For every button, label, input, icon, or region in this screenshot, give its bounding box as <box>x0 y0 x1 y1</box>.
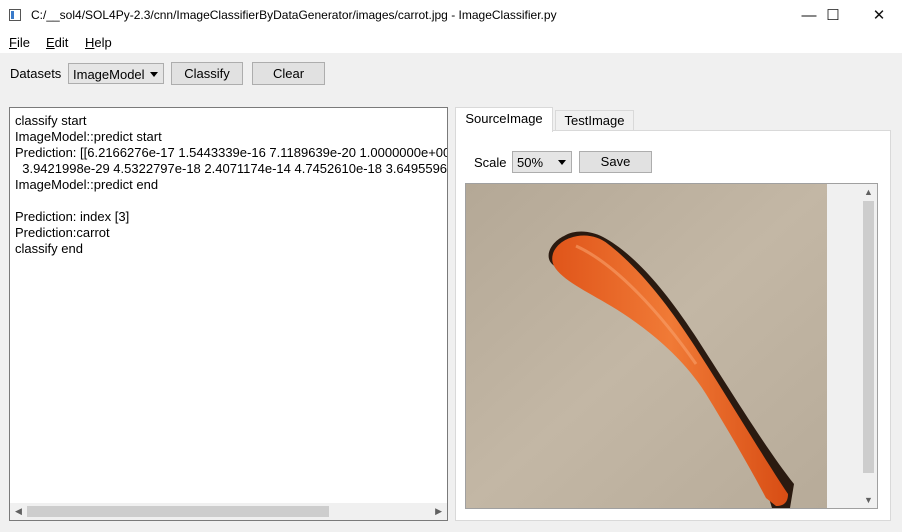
scale-value: 50% <box>517 155 544 170</box>
tab-test-image[interactable]: TestImage <box>555 110 634 131</box>
maximize-button[interactable]: ☐ <box>810 0 856 31</box>
output-line: Prediction: [[6.2166276e-17 1.5443339e-1… <box>15 145 448 160</box>
output-line: ImageModel::predict end <box>15 177 159 192</box>
vertical-scrollbar[interactable]: ▲ ▼ <box>860 184 877 508</box>
output-line: Prediction: index [3] <box>15 209 130 224</box>
datasets-value: ImageModel <box>73 67 145 82</box>
scroll-left-icon[interactable]: ◀ <box>15 506 22 517</box>
menu-edit[interactable]: Edit <box>46 35 68 50</box>
tab-source-image[interactable]: SourceImage <box>455 107 553 132</box>
output-text-area[interactable]: classify start ImageModel::predict start P… <box>9 107 448 521</box>
chevron-down-icon <box>150 72 158 77</box>
clear-button[interactable]: Clear <box>252 62 325 85</box>
scale-combobox[interactable]: 50% <box>512 151 572 173</box>
menu-bar: File Edit Help <box>0 31 902 53</box>
scroll-up-icon[interactable]: ▲ <box>864 187 873 197</box>
scroll-right-icon[interactable]: ▶ <box>435 506 442 517</box>
output-line: ImageModel::predict start <box>15 129 162 144</box>
window-title: C:/__sol4/SOL4Py-2.3/cnn/ImageClassifier… <box>31 8 557 22</box>
horizontal-scroll-thumb[interactable] <box>27 506 329 517</box>
output-lines: classify start ImageModel::predict start P… <box>15 113 448 257</box>
vertical-scroll-thumb[interactable] <box>863 201 874 473</box>
output-line: 3.9421998e-29 4.5322797e-18 2.4071174e-1… <box>15 161 448 176</box>
image-viewer[interactable]: ▲ ▼ <box>465 183 878 509</box>
menu-help[interactable]: Help <box>85 35 112 50</box>
menu-file[interactable]: File <box>9 35 30 50</box>
app-icon <box>9 9 21 21</box>
chevron-down-icon <box>558 160 566 165</box>
scale-label: Scale <box>474 155 507 170</box>
carrot-image <box>466 184 827 508</box>
classify-button[interactable]: Classify <box>171 62 243 85</box>
scroll-down-icon[interactable]: ▼ <box>864 495 873 505</box>
output-line: Prediction:carrot <box>15 225 110 240</box>
output-line: classify start <box>15 113 87 128</box>
horizontal-scrollbar[interactable]: ◀ ▶ <box>10 503 447 520</box>
save-button[interactable]: Save <box>579 151 652 173</box>
output-line: classify end <box>15 241 83 256</box>
datasets-label: Datasets <box>10 66 62 81</box>
title-bar: C:/__sol4/SOL4Py-2.3/cnn/ImageClassifier… <box>0 0 902 31</box>
close-button[interactable]: ✕ <box>856 0 902 31</box>
datasets-combobox[interactable]: ImageModel <box>68 63 164 84</box>
